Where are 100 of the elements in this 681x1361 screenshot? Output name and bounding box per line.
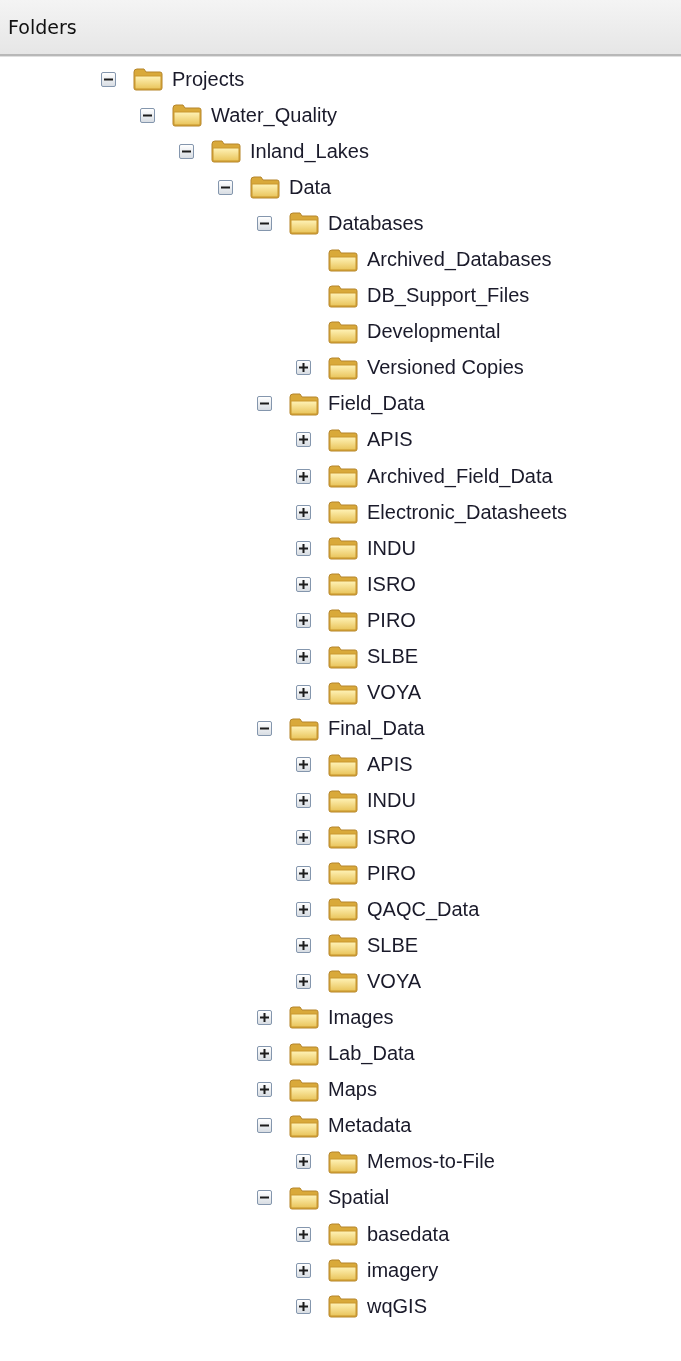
folder-icon [327,572,359,597]
expand-button[interactable] [296,685,311,701]
folder-label[interactable]: PIRO [367,608,416,632]
folder-label[interactable]: basedata [367,1222,450,1246]
folder-label[interactable]: QAQC_Data [367,897,480,921]
folder-label[interactable]: VOYA [367,681,422,705]
plus-icon [299,832,308,842]
folder-label[interactable]: APIS [367,428,413,452]
folder-label[interactable]: APIS [367,753,413,777]
folder-label[interactable]: Maps [328,1078,377,1102]
expand-button[interactable] [257,1082,272,1098]
expand-button[interactable] [296,540,311,556]
folder-icon [327,1258,359,1283]
folder-label[interactable]: ISRO [367,825,416,849]
folder-label[interactable]: INDU [367,789,416,813]
folder-label[interactable]: Lab_Data [328,1042,415,1066]
plus-icon [299,760,308,770]
expand-button[interactable] [296,865,311,881]
expand-button[interactable] [296,973,311,989]
expand-button[interactable] [296,576,311,592]
folder-label[interactable]: Electronic_Datasheets [367,500,568,524]
expand-button[interactable] [296,1298,311,1314]
folder-icon [327,969,359,994]
folder-label[interactable]: ISRO [367,572,416,596]
expand-button[interactable] [296,649,311,665]
folder-label[interactable]: INDU [367,536,416,560]
expand-button[interactable] [296,360,311,376]
folder-icon [327,933,359,958]
folder-icon [288,1185,320,1210]
folder-label[interactable]: imagery [367,1258,439,1282]
folder-label[interactable]: Versioned Copies [367,356,524,380]
folder-label[interactable]: Databases [328,211,424,235]
folder-icon [288,1113,320,1138]
collapse-button[interactable] [257,396,272,412]
folder-label[interactable]: Memos-to-File [367,1150,495,1174]
expand-button[interactable] [296,937,311,953]
folder-label[interactable]: Archived_Databases [367,248,552,271]
folder-label[interactable]: VOYA [367,969,422,993]
collapse-button[interactable] [257,1190,272,1206]
expand-button[interactable] [296,901,311,917]
folder-label[interactable]: wqGIS [367,1294,428,1318]
folder-icon [327,1294,359,1319]
folder-label[interactable]: DB_Support_Files [367,284,530,308]
plus-icon [299,1301,308,1311]
folder-label[interactable]: PIRO [367,861,416,885]
folder-label[interactable]: Metadata [328,1114,412,1138]
plus-icon [299,579,308,589]
folder-label[interactable]: Developmental [367,320,501,344]
folder-label[interactable]: SLBE [367,933,419,957]
folder-icon [327,680,359,705]
folder-label[interactable]: SLBE [367,645,419,669]
collapse-button[interactable] [218,179,233,195]
plus-icon [299,363,308,373]
collapse-button[interactable] [257,215,272,231]
expand-button[interactable] [296,468,311,484]
folder-icon [171,103,203,128]
plus-icon [299,1265,308,1275]
plus-icon [260,1085,269,1095]
expand-button[interactable] [296,432,311,448]
expand-button[interactable] [296,1262,311,1278]
folder-icon [327,1149,359,1174]
collapse-button[interactable] [140,107,155,123]
expand-button[interactable] [296,757,311,773]
plus-icon [299,652,308,662]
folder-label[interactable]: Spatial [328,1186,390,1210]
folder-icon [132,67,164,92]
folder-label[interactable]: Inland_Lakes [250,139,369,163]
collapse-button[interactable] [257,721,272,737]
expand-button[interactable] [296,829,311,845]
folder-label[interactable]: Data [289,175,332,199]
collapse-button[interactable] [179,143,194,159]
expand-button[interactable] [257,1010,272,1025]
folder-icon [327,608,359,633]
plus-icon [299,435,308,445]
expand-button[interactable] [296,612,311,628]
folder-label[interactable]: Archived_Field_Data [367,464,553,488]
folder-label[interactable]: Field_Data [328,392,425,416]
folder-icon [327,536,359,561]
plus-icon [299,868,308,878]
panel-title: Folders [8,16,77,38]
collapse-button[interactable] [257,1118,272,1134]
expand-button[interactable] [257,1046,272,1062]
expand-button[interactable] [296,1154,311,1170]
plus-icon [260,1013,269,1022]
folder-label[interactable]: Final_Data [328,717,425,741]
expand-button[interactable] [296,504,311,520]
collapse-button[interactable] [101,71,116,87]
folder-icon [327,283,359,308]
folder-label[interactable]: Water_Quality [211,103,337,127]
expand-button[interactable] [296,793,311,809]
folder-icon [327,897,359,922]
folder-icon [327,861,359,886]
folder-icon [327,500,359,525]
folder-icon [210,139,242,164]
folder-icon [327,355,359,380]
expand-button[interactable] [296,1226,311,1242]
folder-label[interactable]: Images [328,1006,394,1029]
plus-icon [260,1049,269,1059]
plus-icon [299,904,308,914]
folder-label[interactable]: Projects [172,67,245,91]
